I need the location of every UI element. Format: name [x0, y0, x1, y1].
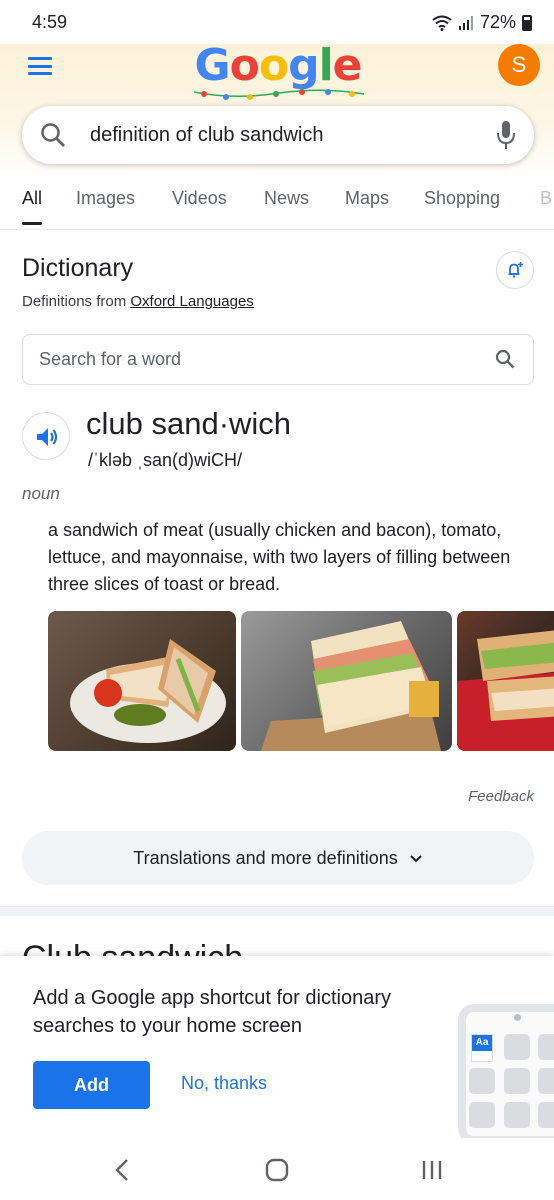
phonetic-spelling: /ˈkləb ˌsan(d)wiCH/ — [88, 450, 243, 470]
search-header: Google S definition of club sandwich — [0, 44, 554, 176]
feedback-link[interactable]: Feedback — [468, 788, 534, 805]
add-shortcut-button[interactable]: Add — [33, 1061, 150, 1109]
speaker-icon — [37, 428, 58, 446]
tab-shopping[interactable]: Shopping — [424, 188, 500, 209]
section-divider — [0, 906, 554, 916]
logo-letter: g — [288, 40, 319, 91]
microphone-icon[interactable] — [496, 120, 516, 150]
tab-books-partial[interactable]: B — [540, 188, 552, 209]
holiday-lights-decoration — [194, 89, 364, 100]
search-query[interactable]: definition of club sandwich — [90, 124, 323, 147]
status-bar: 4:59 72% — [0, 0, 554, 44]
next-result-heading: Club sandwich — [22, 939, 244, 958]
word-search-placeholder: Search for a word — [39, 349, 182, 369]
pronunciation-button[interactable] — [22, 412, 70, 460]
logo-letter: o — [258, 40, 289, 91]
oxford-languages-link[interactable]: Oxford Languages — [130, 293, 253, 310]
notification-bell-button[interactable] — [496, 251, 534, 289]
dictionary-source: Definitions from Oxford Languages — [22, 293, 254, 310]
dictionary-app-icon: Aa — [471, 1034, 493, 1062]
wifi-icon — [432, 15, 452, 31]
menu-icon[interactable] — [26, 54, 54, 78]
clock: 4:59 — [32, 12, 68, 32]
club-sandwich-image-1[interactable] — [48, 611, 236, 751]
status-icons: 72% — [432, 12, 532, 33]
recents-icon[interactable] — [420, 1158, 444, 1182]
system-nav-bar — [0, 1138, 554, 1200]
source-prefix: Definitions from — [22, 293, 131, 310]
app-icon-text: Aa — [472, 1035, 492, 1051]
tab-news[interactable]: News — [264, 188, 309, 209]
tab-all[interactable]: All — [22, 188, 43, 225]
no-thanks-button[interactable]: No, thanks — [181, 1073, 267, 1094]
bell-plus-icon — [508, 262, 523, 278]
definition-images — [48, 611, 554, 751]
battery-icon — [522, 14, 532, 31]
tab-maps[interactable]: Maps — [345, 188, 389, 209]
translations-more-button[interactable]: Translations and more definitions — [22, 831, 534, 885]
search-icon — [41, 123, 65, 147]
search-icon[interactable] — [495, 349, 515, 369]
headword: club sand·wich — [86, 406, 292, 441]
home-icon[interactable] — [265, 1158, 289, 1182]
shortcut-promo-sheet: Add a Google app shortcut for dictionary… — [0, 956, 554, 1144]
part-of-speech: noun — [22, 484, 60, 503]
dictionary-title: Dictionary — [22, 254, 134, 282]
club-sandwich-image-2[interactable] — [241, 611, 452, 751]
phone-illustration: Aa — [458, 1004, 554, 1144]
search-bar[interactable]: definition of club sandwich — [22, 106, 534, 164]
tab-videos[interactable]: Videos — [172, 188, 227, 209]
translations-more-label: Translations and more definitions — [133, 848, 398, 868]
signal-icon — [458, 15, 473, 30]
definition-text: a sandwich of meat (usually chicken and … — [48, 520, 511, 594]
battery-percent: 72% — [479, 12, 516, 32]
club-sandwich-image-3[interactable] — [457, 611, 554, 751]
account-avatar[interactable]: S — [498, 44, 540, 86]
logo-letters: Google — [194, 40, 363, 91]
search-tabs: All Images Videos News Maps Shopping B — [0, 176, 554, 230]
logo-letter: e — [332, 40, 363, 91]
word-search-input[interactable]: Search for a word — [22, 334, 534, 385]
logo-letter: o — [229, 40, 260, 91]
chevron-down-icon — [410, 855, 422, 863]
google-doodle-logo[interactable]: Google — [190, 44, 366, 102]
back-icon[interactable] — [114, 1158, 130, 1182]
tab-images[interactable]: Images — [76, 188, 135, 209]
logo-letter: l — [318, 40, 334, 91]
logo-letter: G — [194, 40, 230, 91]
shortcut-promo-message: Add a Google app shortcut for dictionary… — [33, 987, 391, 1037]
